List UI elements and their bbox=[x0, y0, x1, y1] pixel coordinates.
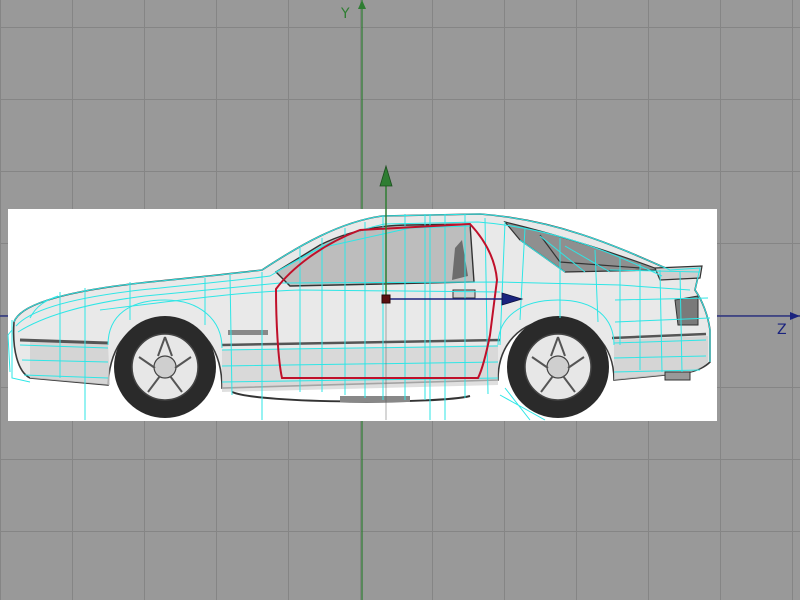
rear-wheel-drawing bbox=[507, 316, 609, 418]
3d-viewport[interactable]: Y Z bbox=[0, 0, 800, 600]
z-axis-arrow-icon bbox=[790, 312, 800, 320]
y-axis-label: Y bbox=[341, 6, 350, 22]
pivot-point-icon[interactable] bbox=[381, 294, 391, 304]
viewport-scene bbox=[0, 0, 800, 600]
gizmo-y-arrow-icon[interactable] bbox=[379, 164, 393, 187]
front-wheel-drawing bbox=[114, 316, 216, 418]
y-axis-arrow-icon bbox=[358, 0, 366, 9]
z-axis-label: Z bbox=[777, 322, 787, 338]
